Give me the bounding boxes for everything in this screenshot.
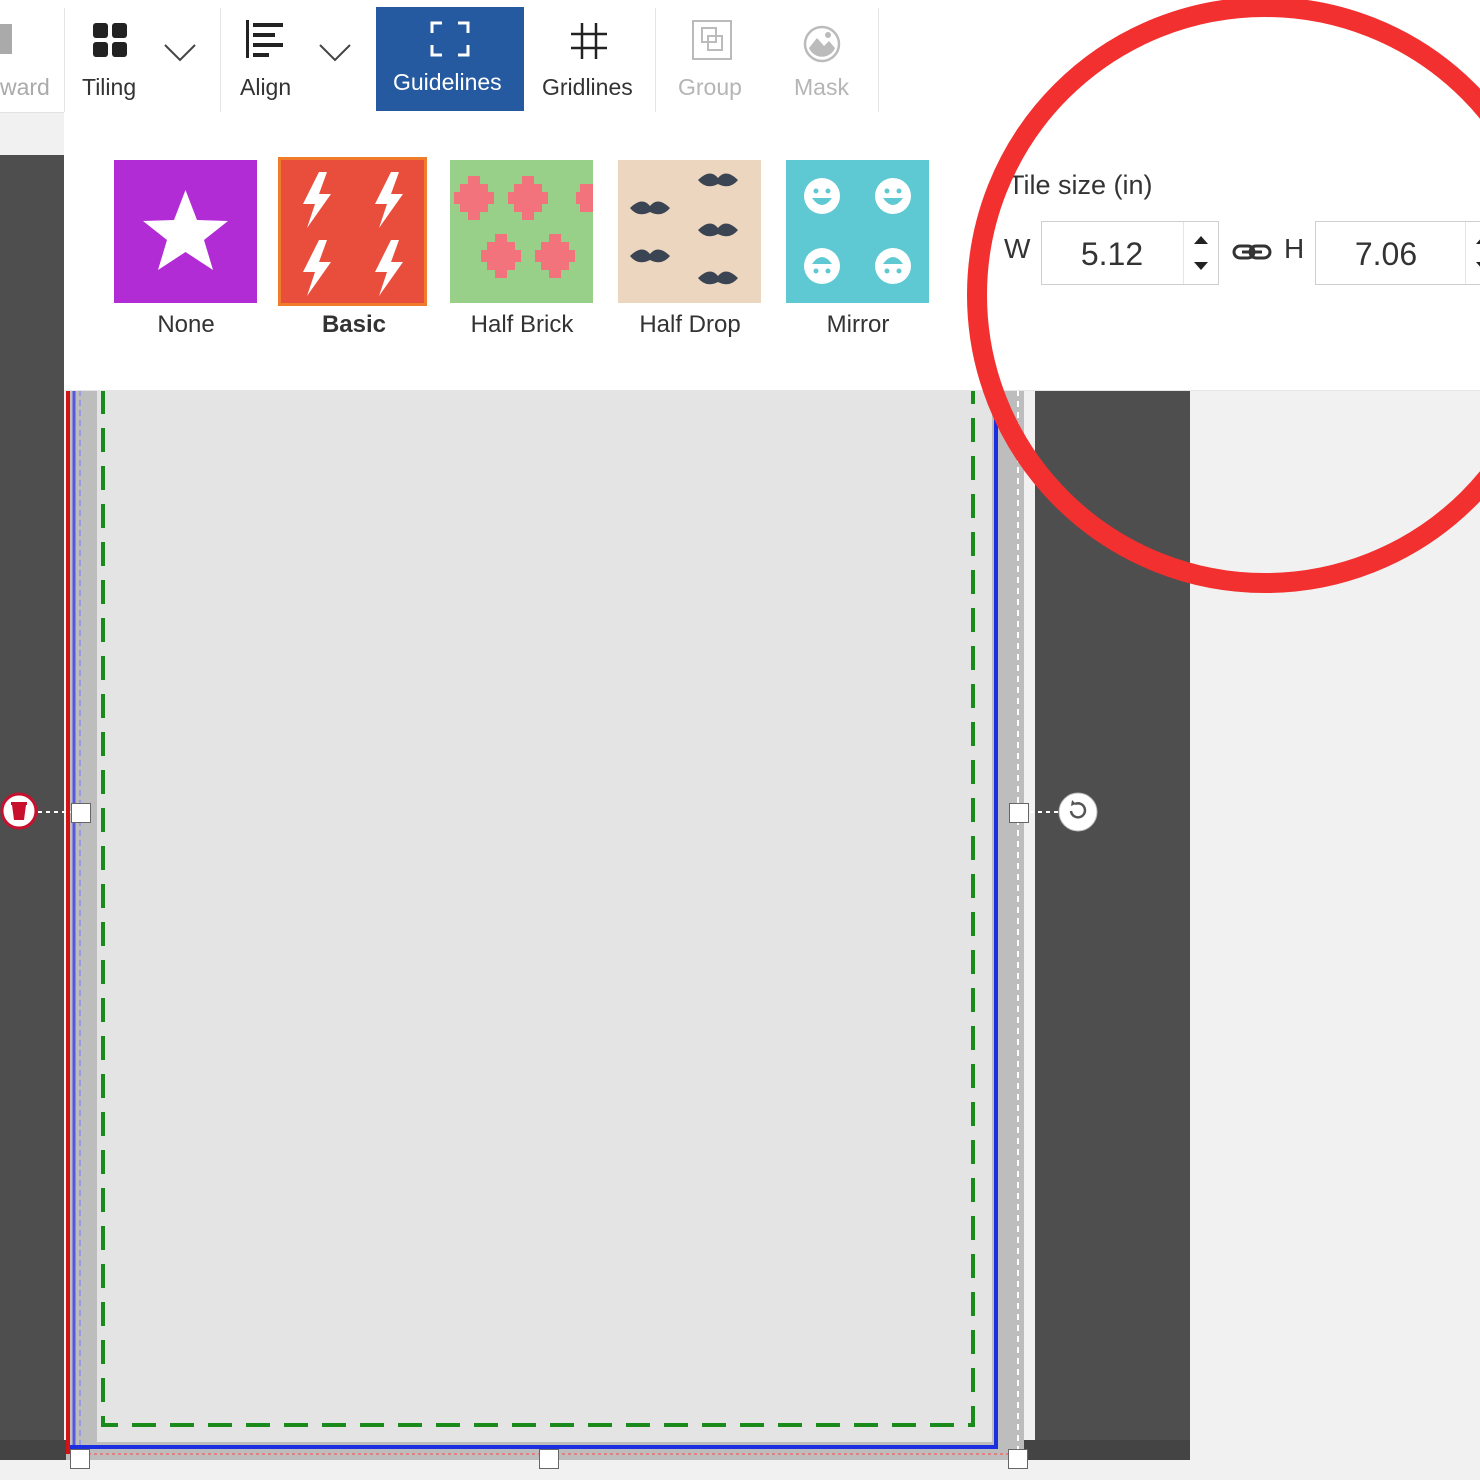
star-icon: [143, 190, 228, 270]
guidelines-label: Guidelines: [393, 69, 502, 95]
rotate-button[interactable]: [1057, 791, 1099, 833]
guidelines-button[interactable]: Guidelines: [376, 7, 524, 111]
gridlines-label: Gridlines: [542, 74, 633, 100]
mustache-icon: [630, 173, 738, 285]
resize-handle-bottom[interactable]: [539, 1449, 559, 1469]
toolbar-divider: [878, 8, 879, 112]
tile-label-none: None: [157, 311, 215, 338]
lightning-bolt-icon: [303, 172, 403, 296]
tile-label-half-brick: Half Brick: [470, 311, 574, 338]
align-left-icon: [246, 20, 283, 58]
tile-option-half-brick[interactable]: [450, 160, 593, 303]
trash-icon: [0, 792, 38, 830]
puzzle-piece-icon: [454, 176, 593, 278]
rotate-icon: [1058, 792, 1098, 832]
tiling-icon: [93, 23, 127, 57]
smiley-face-icon: [804, 178, 911, 284]
tile-option-half-drop[interactable]: [618, 160, 761, 303]
tiling-dropdown-chevron-icon[interactable]: [163, 42, 197, 62]
tile-option-mirror[interactable]: [786, 160, 929, 303]
resize-handle-left[interactable]: [71, 803, 91, 823]
tile-option-basic[interactable]: [278, 157, 427, 306]
mask-button[interactable]: Mask: [770, 6, 876, 110]
mask-icon: [803, 25, 841, 63]
align-button[interactable]: Align: [226, 6, 316, 110]
align-dropdown-chevron-icon[interactable]: [318, 42, 352, 62]
safe-area-line: [101, 390, 975, 1427]
group-button[interactable]: Group: [660, 6, 760, 110]
resize-handle-bottom-right[interactable]: [1008, 1449, 1028, 1469]
delete-button[interactable]: [0, 792, 38, 830]
tile-label-basic: Basic: [321, 311, 387, 338]
tiling-label: Tiling: [82, 74, 137, 100]
resize-handle-bottom-left[interactable]: [70, 1449, 90, 1469]
align-label: Align: [240, 74, 292, 100]
group-label: Group: [678, 74, 742, 100]
tile-label-half-drop: Half Drop: [639, 311, 741, 338]
toolbar-divider: [655, 8, 656, 112]
canvas-top-strip: [0, 112, 64, 155]
bring-forward-icon: [0, 24, 12, 54]
resize-handle-right[interactable]: [1009, 803, 1029, 823]
tiling-button[interactable]: Tiling: [66, 6, 156, 110]
tile-option-none[interactable]: [114, 160, 257, 303]
group-icon: [692, 20, 732, 60]
toolbar-divider: [220, 8, 221, 112]
bring-forward-label: ward: [0, 74, 50, 100]
tile-label-mirror: Mirror: [826, 311, 890, 338]
toolbar-divider: [64, 8, 65, 112]
guidelines-icon: [430, 21, 470, 57]
gridlines-button[interactable]: Gridlines: [528, 6, 650, 110]
guide-lines: [38, 390, 1060, 1456]
bring-forward-button[interactable]: ward: [0, 6, 60, 110]
gridlines-icon: [571, 23, 607, 59]
highlight-annotation-circle: [967, 0, 1480, 593]
mask-label: Mask: [794, 74, 849, 100]
